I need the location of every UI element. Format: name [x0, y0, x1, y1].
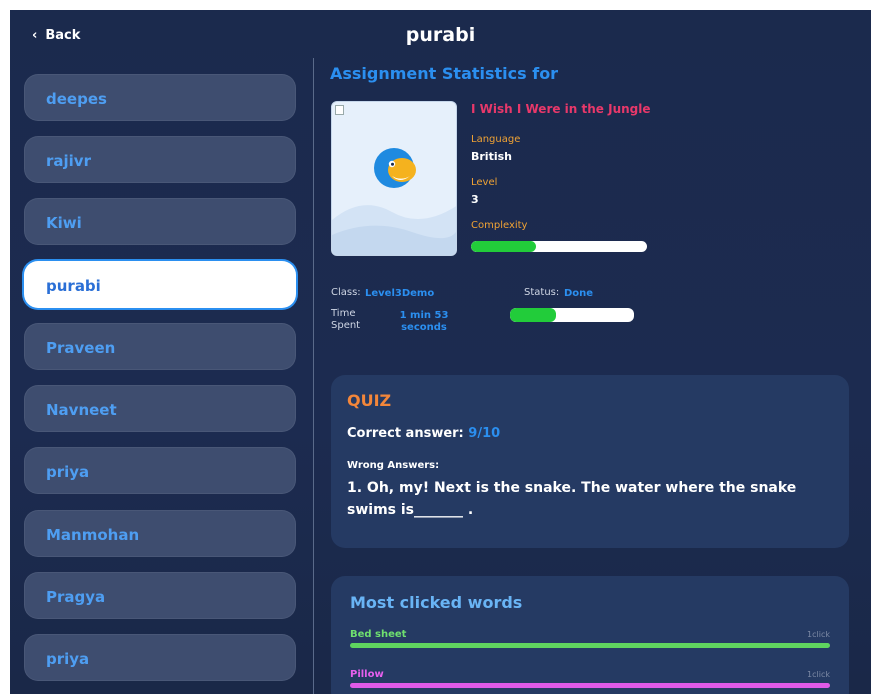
- word-count: 1click: [807, 670, 830, 679]
- book-title: I Wish I Were in the Jungle: [471, 102, 651, 116]
- complexity-label: Complexity: [471, 220, 528, 231]
- status-value: Done: [564, 288, 594, 299]
- time-label: Time Spent: [331, 308, 360, 332]
- student-item-navneet[interactable]: Navneet: [24, 385, 296, 432]
- time-value-line-2: seconds: [401, 322, 447, 333]
- time-label-line-1: Time: [331, 308, 356, 319]
- status-bar: [510, 308, 634, 322]
- word-count-unit: click: [812, 630, 830, 639]
- complexity-bar: [471, 241, 647, 252]
- word-bar: [350, 683, 830, 688]
- stats-heading: Assignment Statistics for: [330, 64, 559, 83]
- word-count: 1click: [807, 630, 830, 639]
- class-label: Class:: [331, 287, 361, 298]
- correct-answer-value: 9/10: [468, 426, 501, 441]
- language-label: Language: [471, 134, 521, 145]
- book-cover[interactable]: [331, 101, 457, 256]
- student-item-priya[interactable]: priya: [24, 447, 296, 494]
- level-label: Level: [471, 177, 498, 188]
- student-name: rajivr: [46, 152, 91, 170]
- student-name: Navneet: [46, 401, 117, 419]
- time-value: 1 min 53 seconds: [394, 310, 454, 334]
- word-name: Pillow: [350, 669, 384, 680]
- bird-icon: [374, 148, 416, 188]
- student-item-purabi[interactable]: purabi: [24, 261, 296, 308]
- status-bar-fill: [510, 308, 556, 322]
- student-item-praveen[interactable]: Praveen: [24, 323, 296, 370]
- correct-answer: Correct answer: 9/10: [347, 426, 500, 441]
- status-label: Status:: [524, 287, 560, 298]
- words-title: Most clicked words: [350, 593, 523, 612]
- word-count-unit: click: [812, 670, 830, 679]
- wrong-answers-label: Wrong Answers:: [347, 460, 440, 471]
- student-name: deepes: [46, 90, 107, 108]
- student-name: Praveen: [46, 339, 116, 357]
- correct-answer-label: Correct answer:: [347, 426, 464, 441]
- student-name: priya: [46, 650, 90, 668]
- language-value: British: [471, 150, 512, 163]
- app-frame: ‹ Back purabi deepes rajivr Kiwi purabi P…: [10, 10, 871, 694]
- assignment-panel: Assignment Statistics for I Wish I Were …: [330, 10, 860, 694]
- quiz-title: QUIZ: [347, 391, 392, 410]
- most-clicked-words-card: Most clicked words Bed sheet 1click Pill…: [331, 576, 849, 694]
- class-value: Level3Demo: [365, 288, 435, 299]
- student-item-kiwi[interactable]: Kiwi: [24, 198, 296, 245]
- level-value: 3: [471, 193, 479, 206]
- student-item-rajivr[interactable]: rajivr: [24, 136, 296, 183]
- sidebar-divider: [313, 58, 314, 694]
- student-item-manmohan[interactable]: Manmohan: [24, 510, 296, 557]
- student-name: Manmohan: [46, 526, 140, 544]
- student-name: Pragya: [46, 588, 106, 606]
- student-item-priya-2[interactable]: priya: [24, 634, 296, 681]
- time-value-line-1: 1 min 53: [399, 310, 449, 321]
- student-name: purabi: [46, 277, 101, 295]
- student-name: priya: [46, 463, 90, 481]
- student-name: Kiwi: [46, 214, 82, 232]
- complexity-bar-fill: [471, 241, 537, 252]
- student-item-pragya[interactable]: Pragya: [24, 572, 296, 619]
- time-label-line-2: Spent: [331, 320, 361, 331]
- quiz-card: QUIZ Correct answer: 9/10 Wrong Answers:…: [331, 375, 849, 548]
- wrong-answer-item: 1. Oh, my! Next is the snake. The water …: [347, 480, 797, 518]
- word-name: Bed sheet: [350, 629, 407, 640]
- word-bar: [350, 643, 830, 648]
- student-item-deepes[interactable]: deepes: [24, 74, 296, 121]
